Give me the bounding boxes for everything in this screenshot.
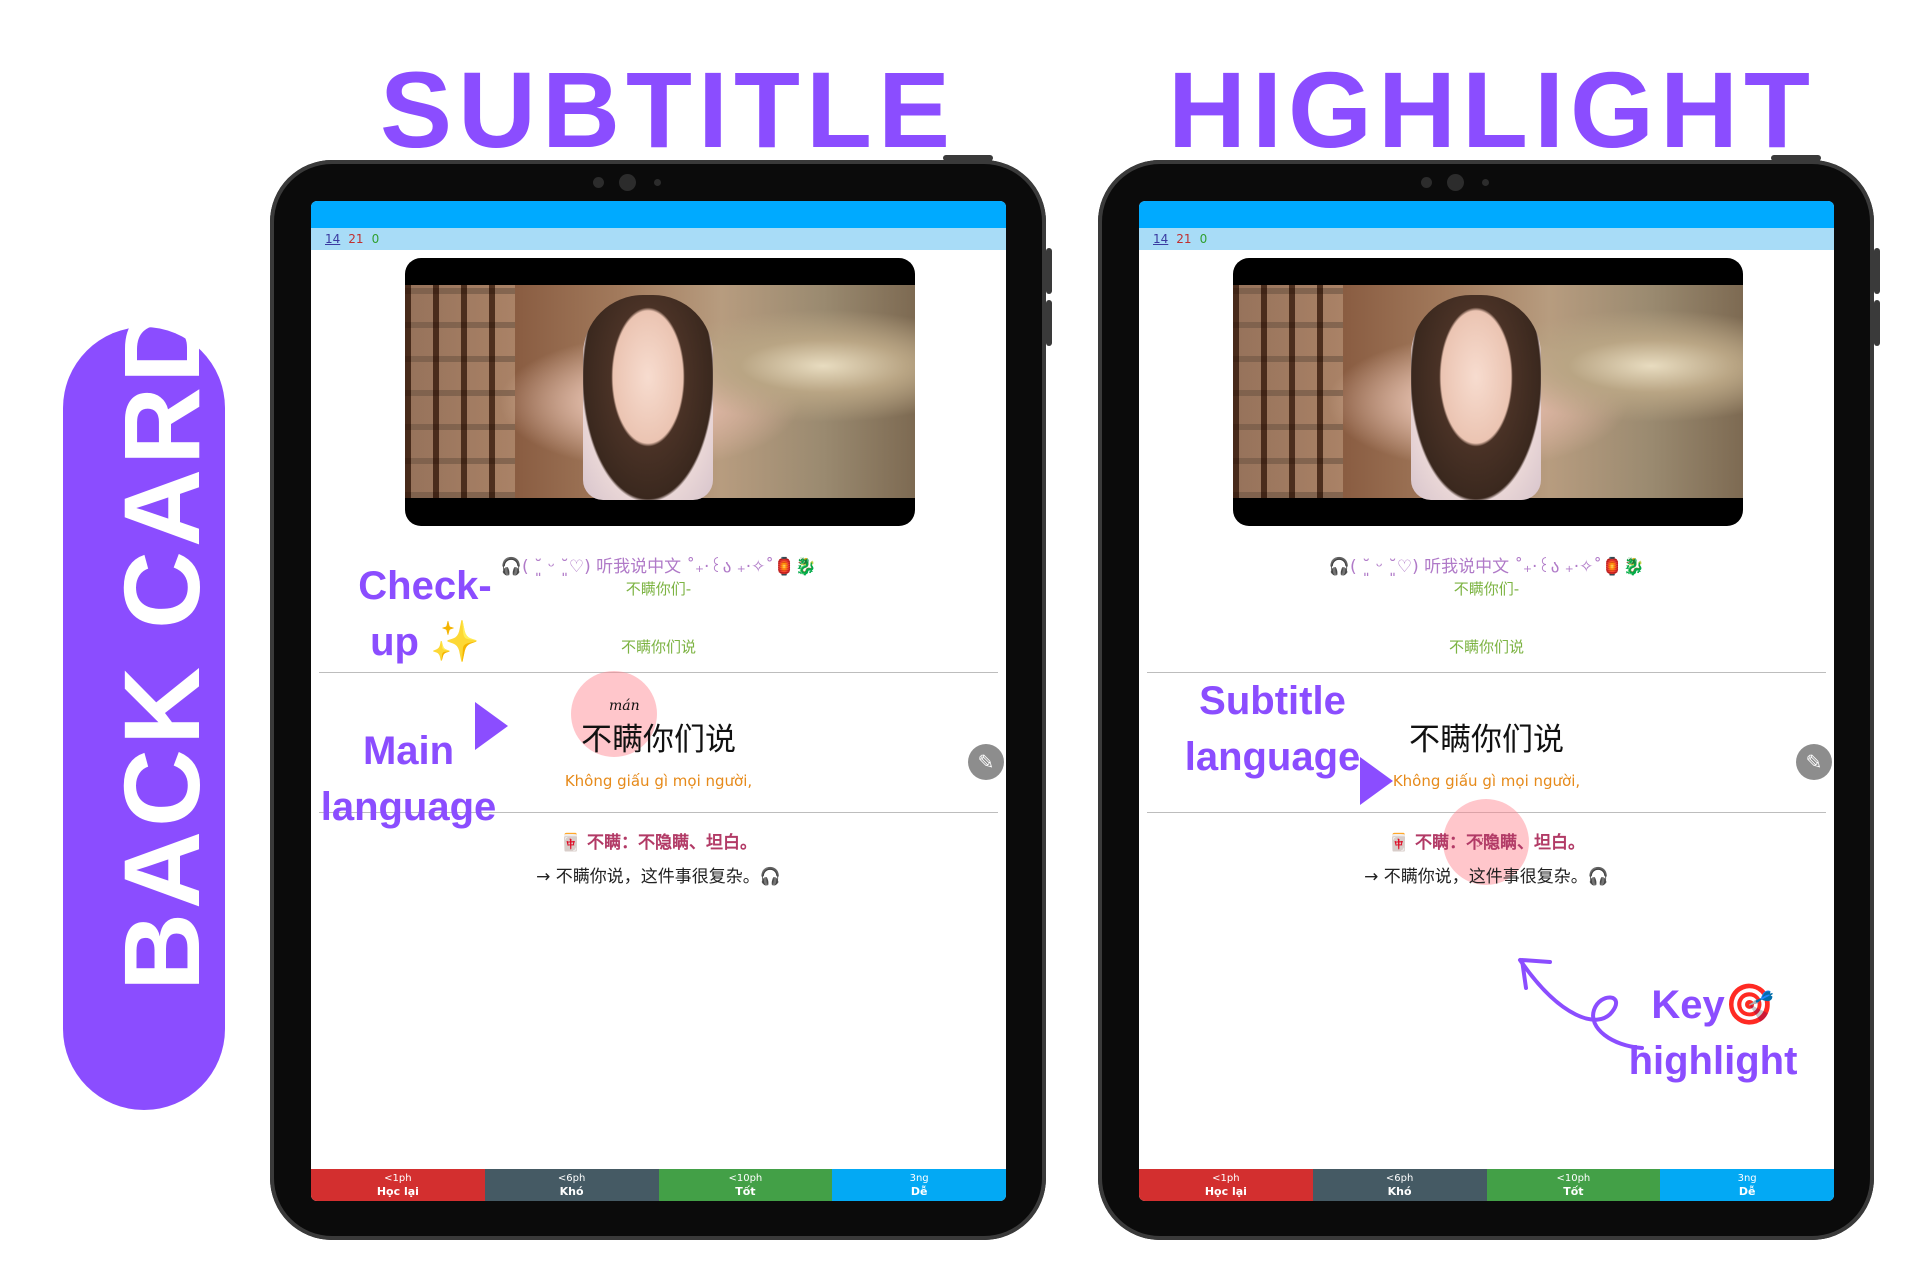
good-label: Tốt [1563, 1185, 1584, 1198]
review-counts: 14 21 0 [311, 228, 1006, 250]
subtitle-language-annotation: Subtitle language [1184, 679, 1361, 779]
tablet-left-screen: 14 21 0 🎧( ˘͈ ᵕ ˘͈♡) 听我说中文 ˚₊‧꒰ა ₊‧✧˚🏮🐉 不瞒… [311, 201, 1006, 1201]
easy-interval: 3ng [1737, 1173, 1757, 1184]
tablet-right-top-button [1771, 155, 1821, 161]
status-bar [1139, 201, 1834, 228]
review-counts: 14 21 0 [1139, 228, 1834, 250]
video-player[interactable] [1233, 258, 1743, 526]
again-button[interactable]: <1ph Học lại [1139, 1169, 1313, 1201]
again-label: Học lại [1204, 1185, 1247, 1198]
checkup-line-2: 不瞒你们说 [1448, 638, 1524, 656]
count-learning: 21 [1176, 232, 1192, 246]
subtitle-heading: SUBTITLE [380, 49, 956, 170]
back-card-label: BACK CARD [101, 301, 222, 991]
tablet-left-top-button [943, 155, 993, 161]
pinyin-label: mán [609, 698, 640, 714]
hard-button[interactable]: <6ph Khó [1312, 1169, 1487, 1201]
good-interval: <10ph [1556, 1173, 1591, 1184]
count-review: 0 [1199, 232, 1208, 246]
again-interval: <1ph [384, 1173, 412, 1184]
subtitle-language-arrow [1360, 757, 1393, 805]
video-frame [1233, 285, 1743, 500]
again-button[interactable]: <1ph Học lại [311, 1169, 485, 1201]
definition: 🀄 不瞒：不隐瞒、坦白。 [1387, 833, 1586, 853]
answer-bar: <1ph Học lại <6ph Khó <10ph Tốt 3ng Dễ [311, 1169, 1006, 1201]
example-sentence: → 不瞒你说，这件事很复杂。🎧 [536, 867, 781, 887]
divider-top [319, 672, 998, 673]
good-button[interactable]: <10ph Tốt [1486, 1169, 1661, 1201]
count-review: 0 [371, 232, 380, 246]
hard-button[interactable]: <6ph Khó [484, 1169, 659, 1201]
easy-interval: 3ng [909, 1173, 929, 1184]
video-person [1411, 295, 1541, 500]
video-frame [405, 285, 915, 500]
hard-interval: <6ph [1385, 1173, 1414, 1184]
status-bar [311, 201, 1006, 228]
answer-bar: <1ph Học lại <6ph Khó <10ph Tốt 3ng Dễ [1139, 1169, 1834, 1201]
tablet-left-sensor [654, 179, 661, 186]
main-language-arrow [475, 702, 508, 750]
tablet-right-camera-main [1447, 174, 1464, 191]
pencil-icon[interactable]: ✎ [968, 744, 1004, 780]
hard-label: Khó [559, 1185, 584, 1198]
checkup-annotation: Check- up ✨ [358, 564, 492, 664]
tablet-right-camera [1421, 177, 1432, 188]
tablet-right-volume-button [1874, 248, 1880, 294]
hard-label: Khó [1387, 1185, 1412, 1198]
tablet-left-camera-main [619, 174, 636, 191]
card-title: 🎧( ˘͈ ᵕ ˘͈♡) 听我说中文 ˚₊‧꒰ა ₊‧✧˚🏮🐉 [1328, 557, 1645, 577]
video-window-lattice [405, 285, 515, 498]
video-player[interactable] [405, 258, 915, 526]
tablet-left: 14 21 0 🎧( ˘͈ ᵕ ˘͈♡) 听我说中文 ˚₊‧꒰ა ₊‧✧˚🏮🐉 不瞒… [270, 155, 1052, 1240]
easy-label: Dễ [1738, 1185, 1756, 1198]
easy-button[interactable]: 3ng Dễ [832, 1169, 1006, 1201]
again-label: Học lại [376, 1185, 419, 1198]
tablet-right-volume-button-2 [1874, 300, 1880, 346]
highlight-heading: HIGHLIGHT [1168, 49, 1816, 170]
video-person [583, 295, 713, 500]
tablet-left-camera [593, 177, 604, 188]
pencil-icon[interactable]: ✎ [1796, 744, 1832, 780]
good-interval: <10ph [728, 1173, 763, 1184]
example-sentence: → 不瞒你说，这件事很复杂。🎧 [1364, 867, 1609, 887]
tablet-left-volume-button [1046, 248, 1052, 294]
count-new: 14 [325, 232, 341, 246]
easy-label: Dễ [910, 1185, 928, 1198]
easy-button[interactable]: 3ng Dễ [1660, 1169, 1834, 1201]
count-learning: 21 [348, 232, 364, 246]
tablet-left-volume-button-2 [1046, 300, 1052, 346]
checkup-line-1: 不瞒你们- [1453, 580, 1520, 598]
again-interval: <1ph [1212, 1173, 1240, 1184]
good-label: Tốt [735, 1185, 756, 1198]
good-button[interactable]: <10ph Tốt [658, 1169, 833, 1201]
hard-interval: <6ph [557, 1173, 586, 1184]
count-new: 14 [1153, 232, 1169, 246]
tablet-right-sensor [1482, 179, 1489, 186]
main-language-annotation: Main language [320, 729, 497, 829]
video-window-lattice [1233, 285, 1343, 498]
curly-arrow-icon [1518, 958, 1644, 1050]
